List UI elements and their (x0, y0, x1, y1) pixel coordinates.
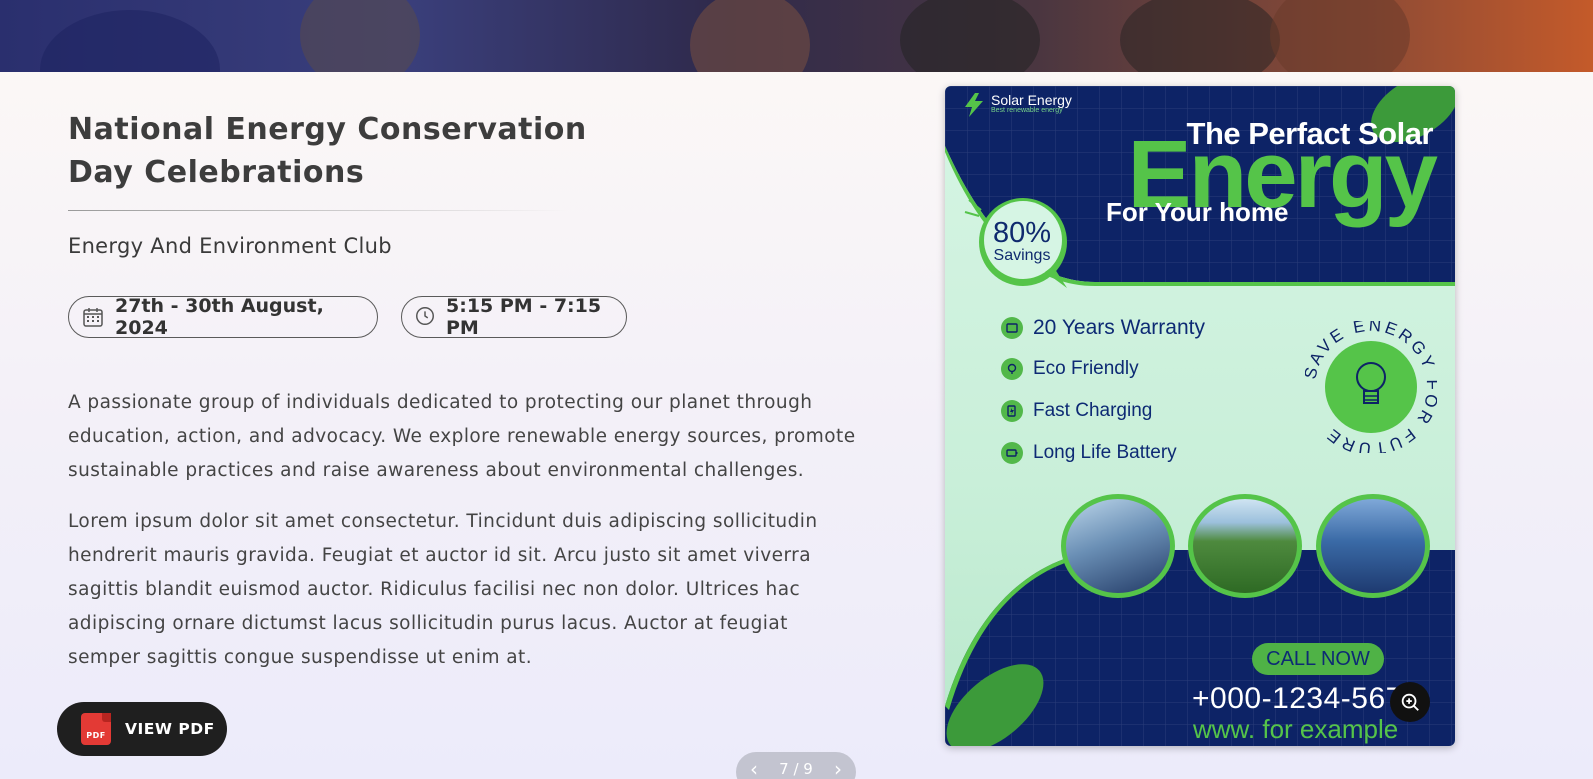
save-energy-badge: SAVE ENERGY FOR FUTURE (1305, 321, 1437, 453)
calendar-icon (81, 305, 105, 329)
feature-item: Fast Charging (1001, 400, 1152, 422)
svg-text:SAVE ENERGY FOR FUTURE: SAVE ENERGY FOR FUTURE (1305, 321, 1437, 453)
poster-headline-bottom: For Your home (1106, 197, 1289, 227)
charging-icon (1001, 400, 1023, 422)
clock-icon (414, 305, 436, 329)
savings-bubble: 80% Savings (992, 217, 1052, 265)
club-name: Energy And Environment Club (68, 234, 392, 258)
feature-item: Eco Friendly (1001, 358, 1139, 380)
image-pager: ‹ 7 / 9 › (736, 752, 856, 779)
chevron-left-icon[interactable]: ‹ (750, 759, 758, 779)
date-pill: 27th - 30th August, 2024 (68, 295, 378, 339)
pdf-icon: PDF (81, 713, 111, 745)
chevron-right-icon[interactable]: › (834, 759, 842, 779)
lightbulb-icon (1356, 362, 1386, 404)
feature-item: 20 Years Warranty (1001, 316, 1205, 340)
solar-farm-photo (1188, 494, 1302, 598)
event-title: National Energy Conservation Day Celebra… (68, 112, 587, 190)
zoom-in-icon (1401, 693, 1419, 711)
event-details-text: Lorem ipsum dolor sit amet consectetur. … (68, 511, 818, 668)
pager-count: 7 / 9 (779, 760, 813, 778)
lightning-icon (965, 93, 983, 117)
time-pill: 5:15 PM - 7:15 PM (401, 295, 627, 339)
feature-item: Long Life Battery (1001, 442, 1177, 464)
solar-worker-photo (1061, 494, 1175, 598)
poster-brand: Solar Energy Best renewable energy (991, 92, 1072, 114)
call-now-badge: CALL NOW (1252, 643, 1384, 675)
warranty-icon (1001, 317, 1023, 339)
event-time: 5:15 PM - 7:15 PM (446, 295, 602, 339)
zoom-in-button[interactable] (1390, 682, 1430, 722)
poster-headline-top: The Perfact Solar (1186, 116, 1434, 151)
eco-icon (1001, 358, 1023, 380)
battery-icon (1001, 442, 1023, 464)
club-description: A passionate group of individuals dedica… (68, 392, 856, 481)
title-divider (68, 210, 568, 211)
poster-phone: +000-1234-5678 (1192, 682, 1421, 715)
view-pdf-label: VIEW PDF (125, 720, 215, 738)
poster-website: www. for example (1193, 714, 1399, 744)
hero-banner-image (0, 0, 1593, 72)
solar-engineer-photo (1316, 494, 1430, 598)
view-pdf-button[interactable]: PDF VIEW PDF (57, 702, 227, 756)
event-date: 27th - 30th August, 2024 (115, 295, 324, 339)
event-poster[interactable]: Solar Energy Best renewable energy Energ… (945, 86, 1455, 746)
